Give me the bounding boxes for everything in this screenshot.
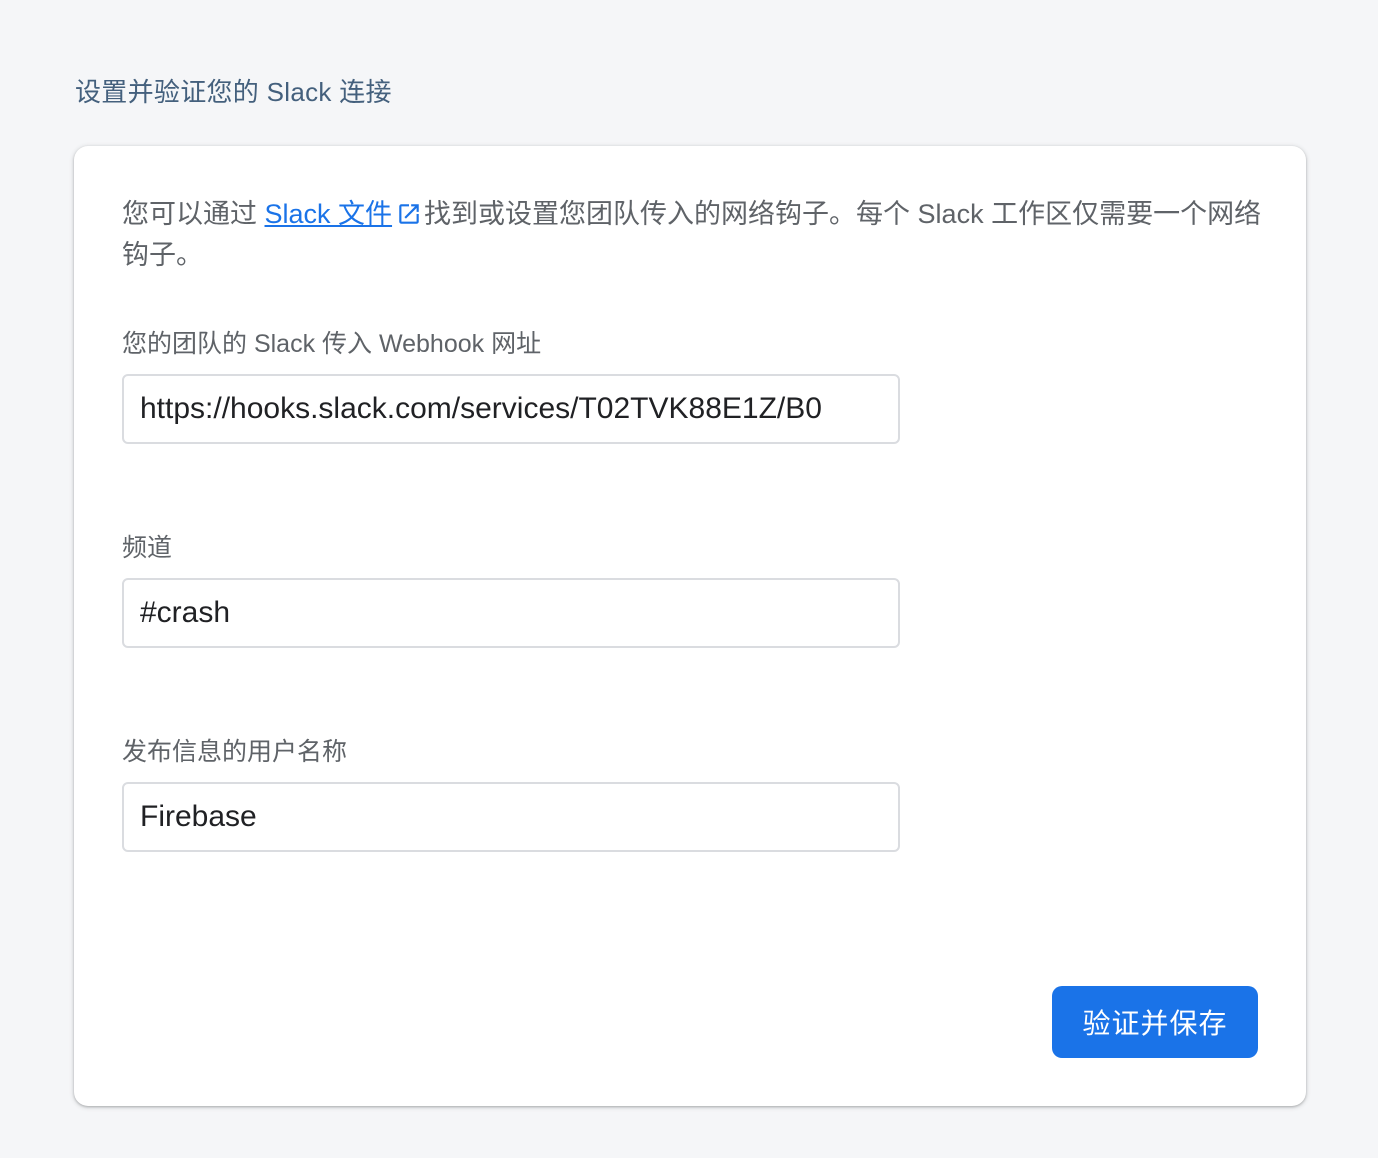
webhook-url-input[interactable]: [122, 374, 900, 444]
slack-docs-link-label: Slack 文件: [264, 199, 393, 229]
slack-settings-card: 您可以通过 Slack 文件 找到或设置您团队传入的网络钩子。每个 Slack 工…: [74, 146, 1306, 1106]
description-prefix: 您可以通过: [122, 199, 265, 229]
verify-and-save-button[interactable]: 验证并保存: [1052, 986, 1258, 1058]
webhook-url-label: 您的团队的 Slack 传入 Webhook 网址: [122, 330, 542, 358]
open-in-new-icon: [399, 204, 419, 224]
channel-input[interactable]: [122, 578, 900, 648]
username-input[interactable]: [122, 782, 900, 852]
page-title: 设置并验证您的 Slack 连接: [75, 77, 392, 107]
slack-docs-link[interactable]: Slack 文件: [265, 199, 425, 229]
username-label: 发布信息的用户名称: [122, 738, 348, 766]
description-text: 您可以通过 Slack 文件 找到或设置您团队传入的网络钩子。每个 Slack 工…: [122, 194, 1262, 276]
channel-label: 频道: [122, 534, 173, 562]
